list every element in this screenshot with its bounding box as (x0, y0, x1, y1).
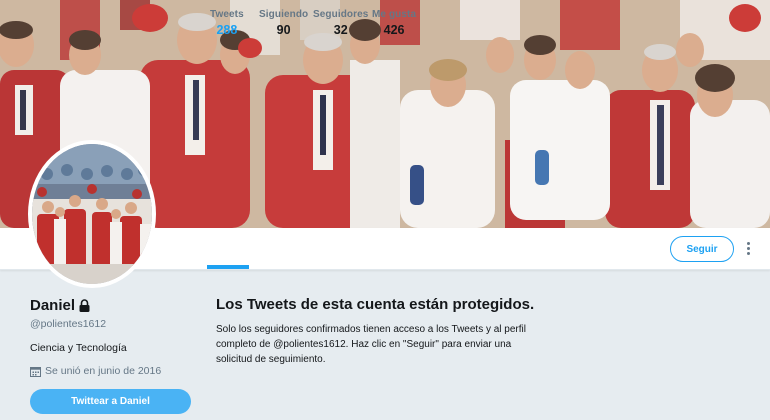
profile-page: Tweets 288 Siguiendo 90 Seguidores 32 Me… (0, 0, 770, 420)
active-tab-indicator (207, 265, 249, 269)
calendar-icon (30, 366, 41, 377)
stat-tweets[interactable]: Tweets 288 (210, 9, 244, 37)
profile-name-row: Daniel (30, 297, 90, 314)
stat-value: 288 (216, 23, 238, 37)
tweet-to-button[interactable]: Twittear a Daniel (30, 389, 191, 414)
stat-likes[interactable]: Me gusta 426 (372, 9, 416, 37)
profile-name: Daniel (30, 297, 76, 314)
stat-label: Seguidores (313, 9, 369, 20)
follow-button[interactable]: Seguir (670, 236, 734, 262)
stat-label: Tweets (210, 9, 244, 20)
profile-joined: Se unió en junio de 2016 (30, 365, 161, 377)
stat-value: 426 (383, 23, 405, 37)
lock-icon (79, 299, 90, 312)
avatar[interactable] (28, 140, 156, 288)
stat-value: 32 (333, 23, 348, 37)
stat-label: Me gusta (372, 9, 417, 20)
more-icon[interactable] (744, 240, 752, 258)
avatar-image (32, 144, 152, 284)
joined-label: Se unió en junio de 2016 (45, 365, 162, 377)
profile-bio: Ciencia y Tecnología (30, 342, 127, 354)
stat-label: Siguiendo (259, 9, 309, 20)
protected-title: Los Tweets de esta cuenta están protegid… (216, 296, 535, 313)
protected-body: Solo los seguidores confirmados tienen a… (216, 324, 526, 365)
stat-followers[interactable]: Seguidores 32 (313, 9, 368, 37)
stat-value: 90 (276, 23, 291, 37)
profile-handle[interactable]: @polientes1612 (30, 318, 106, 330)
stat-following[interactable]: Siguiendo 90 (259, 9, 308, 37)
